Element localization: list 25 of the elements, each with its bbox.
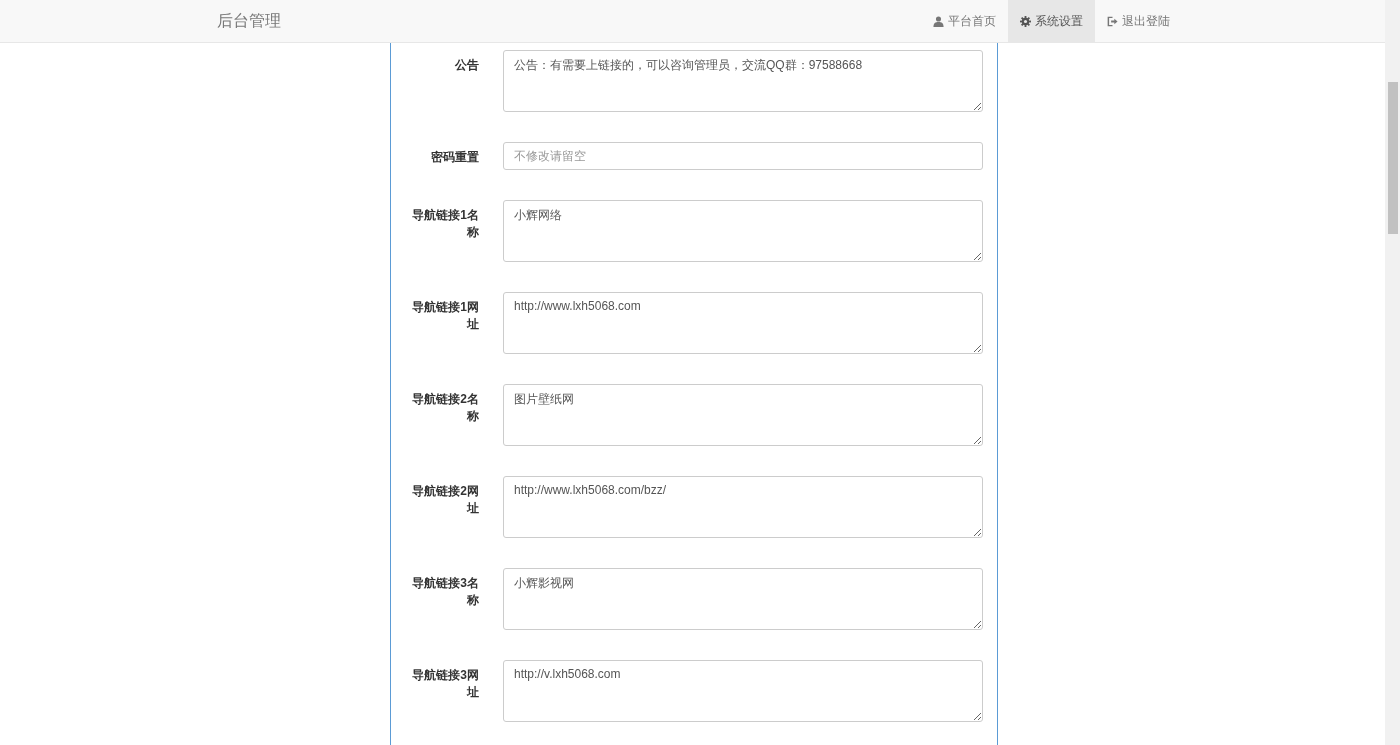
text-area[interactable]: 图片壁纸网 — [503, 384, 983, 446]
field-label: 导航链接2名称 — [411, 391, 479, 425]
field-label: 导航链接1网址 — [411, 299, 479, 333]
scrollbar-thumb[interactable] — [1388, 82, 1398, 234]
settings-icon — [1020, 15, 1031, 27]
nav-link[interactable]: 系统设置 — [1008, 0, 1095, 42]
sign-out-icon — [1107, 15, 1118, 27]
field-label: 密码重置 — [430, 149, 479, 166]
nav-link[interactable]: 平台首页 — [921, 0, 1008, 42]
password-field[interactable]: 不修改请留空 — [503, 142, 983, 170]
field-label: 导航链接3网址 — [411, 667, 479, 701]
text-area[interactable]: http://www.lxh5068.com/bzz/ — [503, 476, 983, 538]
scrollbar[interactable] — [1385, 0, 1400, 745]
field-label: 导航链接1名称 — [411, 207, 479, 241]
text-area[interactable]: http://v.lxh5068.com — [503, 660, 983, 722]
nav-link[interactable]: 退出登陆 — [1095, 0, 1182, 42]
field-label: 导航链接2网址 — [411, 483, 479, 517]
text-area[interactable]: 小辉影视网 — [503, 568, 983, 630]
text-area[interactable]: http://www.lxh5068.com — [503, 292, 983, 354]
brand-title[interactable]: 后台管理 — [217, 10, 281, 32]
user-icon — [933, 15, 944, 27]
text-area[interactable]: 公告：有需要上链接的，可以咨询管理员，交流QQ群：97588668 — [503, 50, 983, 112]
field-label: 导航链接3名称 — [411, 575, 479, 609]
text-area[interactable]: 小辉网络 — [503, 200, 983, 262]
field-label: 公告 — [454, 57, 479, 74]
